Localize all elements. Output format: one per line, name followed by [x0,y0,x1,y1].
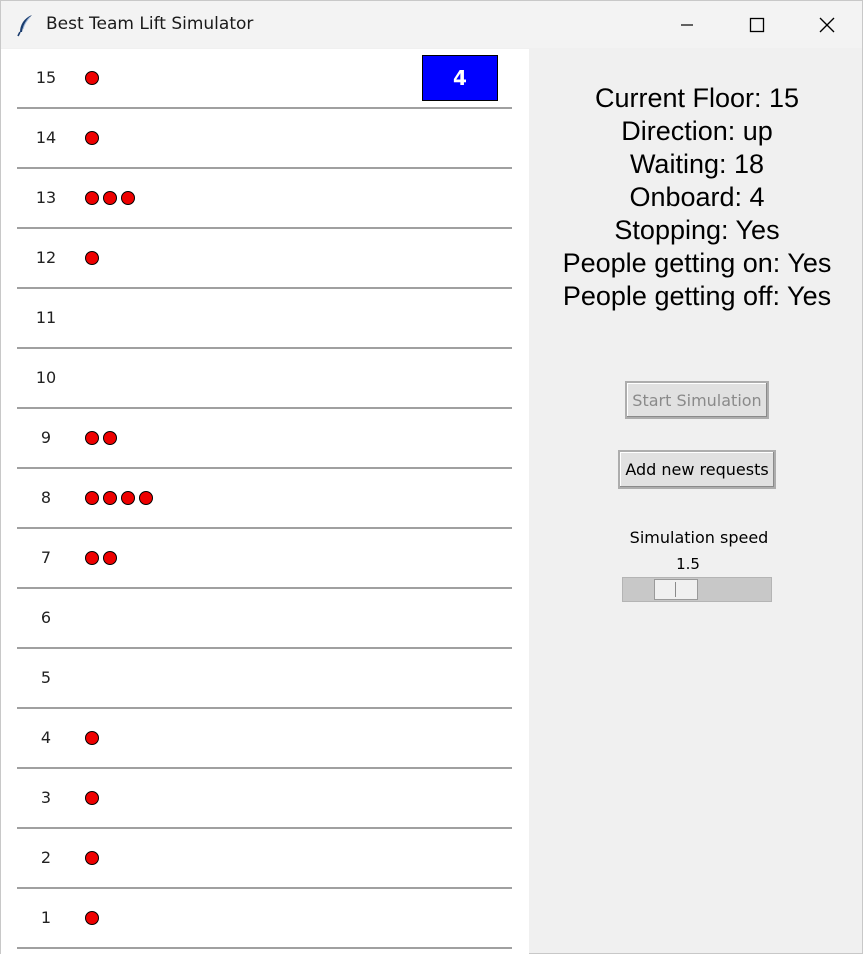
waiting-person [139,491,153,505]
floor-row-3: 3 [1,769,512,829]
title-bar: Best Team Lift Simulator [1,1,862,48]
floor-row-10: 10 [1,349,512,409]
waiting-person [103,551,117,565]
close-button[interactable] [792,1,862,48]
add-requests-button[interactable]: Add new requests [618,450,776,489]
floor-row-5: 5 [1,649,512,709]
waiting-person [85,731,99,745]
waiting-person [121,491,135,505]
minimize-icon [681,23,693,26]
speed-label: Simulation speed [629,528,769,547]
maximize-button[interactable] [722,1,792,48]
speed-slider[interactable] [622,577,772,602]
floor-row-14: 14 [1,109,512,169]
app-window: Best Team Lift Simulator 15 4 14 13 12 11 10 9 8… [0,0,863,954]
control-panel: Current Floor: 15 Direction: up Waiting:… [529,49,862,953]
waiting-person [103,191,117,205]
floor-row-4: 4 [1,709,512,769]
floor-number: 15 [35,68,57,87]
minimize-button[interactable] [652,1,722,48]
floor-number: 4 [40,728,52,747]
floor-number: 9 [40,428,52,447]
floor-number: 10 [35,368,57,387]
floor-number: 8 [40,488,52,507]
floor-row-12: 12 [1,229,512,289]
floor-number: 11 [35,308,57,327]
waiting-person [85,791,99,805]
speed-value: 1.5 [676,555,700,573]
floor-row-2: 2 [1,829,512,889]
getting-off-text: People getting off: Yes [562,281,832,311]
floor-row-11: 11 [1,289,512,349]
waiting-person [85,191,99,205]
waiting-person [121,191,135,205]
start-simulation-button[interactable]: Start Simulation [625,381,769,419]
current-floor-text: Current Floor: 15 [594,83,800,113]
floor-row-9: 9 [1,409,512,469]
floor-number: 6 [40,608,52,627]
lift-car: 4 [422,55,498,101]
floor-number: 12 [35,248,57,267]
floor-number: 7 [40,548,52,567]
floor-number: 1 [40,908,52,927]
waiting-text: Waiting: 18 [629,149,765,179]
floor-number: 5 [40,668,52,687]
maximize-icon [749,17,765,32]
floor-divider [17,947,512,949]
stopping-text: Stopping: Yes [614,215,780,245]
waiting-person [85,491,99,505]
floor-row-6: 6 [1,589,512,649]
close-icon [819,17,835,32]
floor-row-15: 15 4 [1,49,512,109]
floor-number: 13 [35,188,57,207]
feather-icon [15,13,37,37]
waiting-person [85,71,99,85]
waiting-person [85,431,99,445]
floor-number: 14 [35,128,57,147]
floor-row-8: 8 [1,469,512,529]
speed-slider-thumb[interactable] [654,579,698,600]
waiting-person [103,491,117,505]
getting-on-text: People getting on: Yes [562,248,832,278]
status-display: Current Floor: 15 Direction: up Waiting:… [529,82,863,313]
waiting-person [85,851,99,865]
onboard-text: Onboard: 4 [629,182,765,212]
waiting-person [103,431,117,445]
floor-row-1: 1 [1,889,512,949]
waiting-person [85,131,99,145]
direction-text: Direction: up [621,116,773,146]
window-title: Best Team Lift Simulator [46,14,254,34]
floor-row-7: 7 [1,529,512,589]
waiting-person [85,551,99,565]
floor-number: 2 [40,848,52,867]
floor-row-13: 13 [1,169,512,229]
waiting-person [85,911,99,925]
floor-number: 3 [40,788,52,807]
building-canvas: 15 4 14 13 12 11 10 9 8 7 6 5 4 3 2 1 [1,49,529,954]
waiting-person [85,251,99,265]
